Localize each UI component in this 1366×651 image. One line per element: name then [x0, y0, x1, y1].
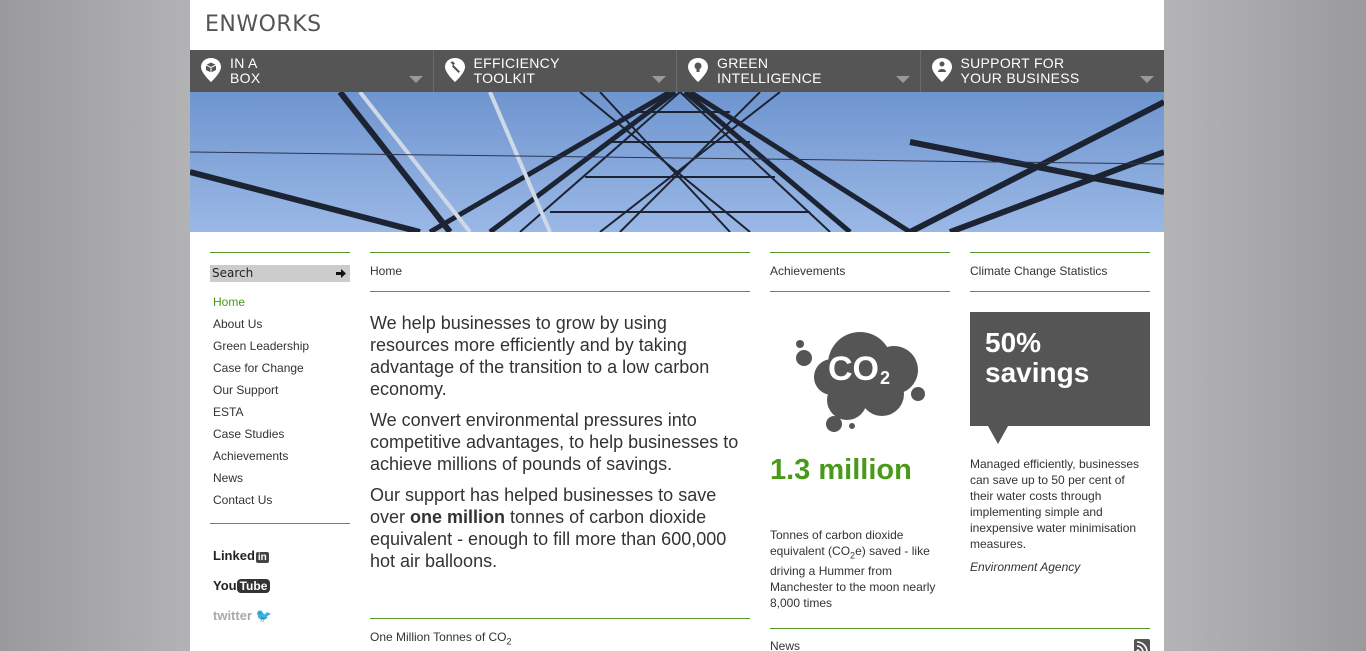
achievements-title[interactable]: Achievements: [770, 253, 950, 292]
divider: [210, 252, 350, 253]
nav-label-line2: TOOLKIT: [473, 70, 536, 86]
stat-source: Environment Agency: [970, 560, 1081, 574]
linkedin-icon: in: [255, 552, 269, 563]
climate-stats-panel: Climate Change Statistics 50% savings Ma…: [970, 252, 1150, 575]
speech-tail: [988, 426, 1008, 444]
sidebar-item-esta[interactable]: ESTA: [210, 404, 350, 426]
nav-label-line1: IN A: [230, 55, 258, 71]
news-panel: News: [770, 628, 1150, 651]
youtube-link[interactable]: You Tube: [213, 578, 350, 608]
twitter-text: twitter: [213, 608, 252, 623]
stat-label: savings: [985, 357, 1090, 388]
climate-stats-title[interactable]: Climate Change Statistics: [970, 253, 1150, 292]
intro-paragraph: Our support has helped businesses to sav…: [370, 485, 727, 571]
linkedin-text: Linked: [213, 548, 255, 563]
nav-item-support-for-your-business[interactable]: SUPPORT FOR YOUR BUSINESS: [921, 50, 1165, 92]
main-content: Home We help businesses to grow by using…: [370, 252, 750, 651]
page: ENWORKS IN A BOX EFFICIENCY TOOLKIT GREE…: [190, 0, 1164, 651]
sidebar-item-news[interactable]: News: [210, 470, 350, 492]
twitter-bird-icon: 🐦: [255, 608, 272, 623]
news-title[interactable]: News: [770, 639, 800, 651]
sidebar-item-case-studies[interactable]: Case Studies: [210, 426, 350, 448]
pylon-banner-image: [190, 92, 1164, 232]
nav-label-line1: GREEN: [717, 55, 769, 71]
stat-value: 50%: [985, 327, 1042, 358]
co2-subscript: 2: [880, 368, 890, 388]
intro-paragraph: We help businesses to grow by using reso…: [370, 313, 710, 399]
intro-paragraph: We convert environmental pressures into …: [370, 410, 739, 474]
nav-item-efficiency-toolkit[interactable]: EFFICIENCY TOOLKIT: [434, 50, 677, 92]
breadcrumb[interactable]: Home: [370, 253, 750, 292]
box-icon: [201, 58, 221, 82]
sidebar: Search Home About Us Green Leadership Ca…: [210, 252, 350, 638]
nav-item-green-intelligence[interactable]: GREEN INTELLIGENCE: [677, 50, 921, 92]
header: ENWORKS: [190, 0, 1164, 50]
sidebar-item-home[interactable]: Home: [210, 294, 350, 316]
chevron-down-icon: [652, 76, 666, 83]
nav-label-line2: YOUR BUSINESS: [960, 70, 1080, 86]
chevron-down-icon: [1140, 76, 1154, 83]
divider: [210, 523, 350, 524]
co2-label: CO: [828, 350, 879, 388]
main-nav: IN A BOX EFFICIENCY TOOLKIT GREEN INTELL…: [190, 50, 1164, 92]
search-label: Search: [212, 266, 254, 280]
nav-label-line1: EFFICIENCY: [473, 55, 560, 71]
stat-callout: 50% savings: [970, 312, 1150, 444]
intro-text: We help businesses to grow by using reso…: [370, 312, 750, 572]
chevron-down-icon: [895, 76, 910, 83]
achievement-number: 1.3 million: [770, 454, 912, 486]
sidebar-item-about-us[interactable]: About Us: [210, 316, 350, 338]
chevron-down-icon: [408, 76, 423, 83]
person-icon: [931, 58, 952, 82]
sidebar-item-contact-us[interactable]: Contact Us: [210, 492, 350, 514]
sidebar-nav: Home About Us Green Leadership Case for …: [210, 294, 350, 514]
achievement-description: Tonnes of carbon dioxide equivalent (CO2…: [770, 528, 936, 611]
nav-label-line1: SUPPORT FOR: [960, 55, 1065, 71]
youtube-icon: Tube: [236, 579, 271, 593]
sidebar-item-green-leadership[interactable]: Green Leadership: [210, 338, 350, 360]
site-logo[interactable]: ENWORKS: [205, 12, 322, 37]
search-input[interactable]: Search: [210, 265, 350, 282]
sidebar-item-achievements[interactable]: Achievements: [210, 448, 350, 470]
logo-text: ENWORKS: [205, 12, 322, 37]
social-links: Linked in You Tube twitter 🐦: [210, 548, 350, 638]
nav-label-line2: BOX: [230, 70, 261, 86]
co2-cloud-icon: CO 2: [796, 332, 925, 432]
sidebar-item-our-support[interactable]: Our Support: [210, 382, 350, 404]
stat-description: Managed efficiently, businesses can save…: [970, 457, 1139, 551]
wrench-icon: [444, 58, 465, 82]
arrow-right-icon[interactable]: [336, 269, 346, 278]
hero-banner: [190, 92, 1164, 232]
rss-icon[interactable]: [1134, 639, 1150, 651]
sidebar-item-case-for-change[interactable]: Case for Change: [210, 360, 350, 382]
achievements-panel: Achievements CO 2 1.3 million Tonnes of …: [770, 252, 950, 611]
twitter-link[interactable]: twitter 🐦: [213, 608, 350, 638]
nav-item-in-a-box[interactable]: IN A BOX: [190, 50, 434, 92]
linkedin-link[interactable]: Linked in: [213, 548, 350, 578]
lightbulb-icon: [688, 58, 708, 82]
nav-label-line2: INTELLIGENCE: [717, 70, 822, 86]
section-title-one-million: One Million Tonnes of CO2: [370, 619, 750, 651]
youtube-text: You: [213, 578, 237, 593]
